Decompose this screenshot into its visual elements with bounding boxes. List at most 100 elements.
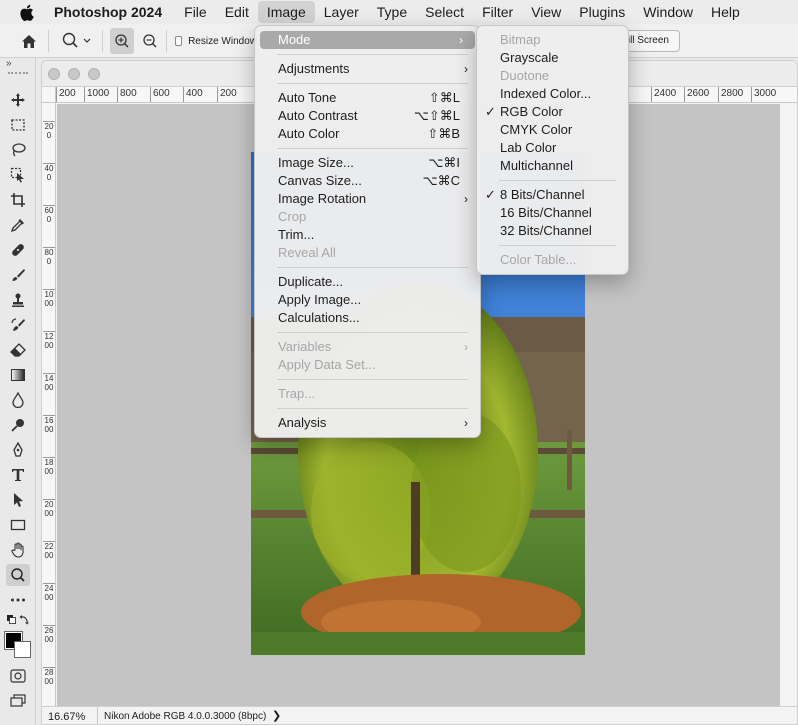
gradient-tool-icon[interactable] — [6, 364, 30, 386]
menu-layer[interactable]: Layer — [315, 0, 368, 24]
menu-image[interactable]: Image — [257, 1, 315, 23]
menu-item-label: Color Table... — [500, 252, 577, 267]
checkbox-box[interactable] — [175, 36, 183, 46]
object-selection-tool-icon[interactable] — [6, 164, 30, 186]
menu-plugins[interactable]: Plugins — [570, 0, 634, 24]
menu-item-apply-image[interactable]: Apply Image... — [255, 291, 480, 309]
document-profile-info: Nikon Adobe RGB 4.0.0.3000 (8bpc) — [104, 711, 267, 722]
screen-mode-icon[interactable] — [6, 690, 30, 712]
vertical-ruler[interactable]: 200 400 600 800 1000 1200 1400 1600 1800… — [42, 103, 56, 707]
zoom-out-icon[interactable] — [138, 28, 162, 54]
menu-item-calculations[interactable]: Calculations... — [255, 309, 480, 327]
healing-brush-tool-icon[interactable] — [6, 239, 30, 261]
menu-edit[interactable]: Edit — [216, 0, 258, 24]
move-tool-icon[interactable] — [6, 89, 30, 111]
menu-item-8-bits-channel[interactable]: ✓ 8 Bits/Channel — [477, 186, 628, 204]
panel-grip[interactable] — [8, 72, 28, 75]
menu-window[interactable]: Window — [634, 0, 702, 24]
home-icon[interactable] — [16, 28, 42, 54]
ruler-tick-label: 200 — [43, 121, 55, 140]
menu-item-analysis[interactable]: Analysis › — [255, 414, 480, 432]
hand-tool-icon[interactable] — [6, 539, 30, 561]
minimize-window-button[interactable] — [68, 68, 80, 80]
menu-select[interactable]: Select — [416, 0, 473, 24]
menu-item-canvas-size[interactable]: Canvas Size... ⌥⌘C — [255, 172, 480, 190]
brush-tool-icon[interactable] — [6, 264, 30, 286]
clone-stamp-tool-icon[interactable] — [6, 289, 30, 311]
menu-item-rgb-color[interactable]: ✓ RGB Color — [477, 103, 628, 121]
rectangle-tool-icon[interactable] — [6, 514, 30, 536]
zoom-level-field[interactable]: 16.67% — [42, 707, 98, 724]
menu-item-label: CMYK Color — [500, 122, 573, 137]
close-window-button[interactable] — [48, 68, 60, 80]
ruler-tick-label: 2000 — [43, 499, 55, 518]
more-tools-icon[interactable] — [6, 589, 30, 611]
menu-item-apply-data-set: Apply Data Set... — [255, 356, 480, 374]
zoom-in-icon[interactable] — [110, 28, 134, 54]
menu-item-label: Analysis — [278, 415, 327, 430]
lasso-tool-icon[interactable] — [6, 139, 30, 161]
menu-help[interactable]: Help — [702, 0, 749, 24]
menu-item-auto-tone[interactable]: Auto Tone ⇧⌘L — [255, 89, 480, 107]
menu-item-label: 32 Bits/Channel — [500, 223, 592, 238]
eraser-tool-icon[interactable] — [6, 339, 30, 361]
menu-type[interactable]: Type — [368, 0, 416, 24]
history-brush-tool-icon[interactable] — [6, 314, 30, 336]
menu-item-image-size[interactable]: Image Size... ⌥⌘I — [255, 154, 480, 172]
menu-item-grayscale[interactable]: Grayscale — [477, 49, 628, 67]
menu-item-color-table: Color Table... — [477, 251, 628, 269]
menu-item-trim[interactable]: Trim... — [255, 226, 480, 244]
ruler-tick-label: 2400 — [651, 87, 676, 102]
blur-tool-icon[interactable] — [6, 389, 30, 411]
menu-item-image-rotation[interactable]: Image Rotation › — [255, 190, 480, 208]
keyboard-shortcut: ⇧⌘L — [428, 90, 460, 105]
menu-item-auto-color[interactable]: Auto Color ⇧⌘B — [255, 125, 480, 143]
quick-mask-icon[interactable] — [6, 665, 30, 687]
menu-view[interactable]: View — [522, 0, 570, 24]
menu-item-bitmap: Bitmap — [477, 31, 628, 49]
pen-tool-icon[interactable] — [6, 439, 30, 461]
marquee-tool-icon[interactable] — [6, 114, 30, 136]
tools-panel: » — [0, 58, 36, 725]
menu-filter[interactable]: Filter — [473, 0, 522, 24]
submenu-chevron-icon: › — [459, 33, 463, 47]
type-tool-icon[interactable] — [6, 464, 30, 486]
zoom-tool-preset-picker[interactable] — [56, 28, 96, 54]
menu-item-indexed-color[interactable]: Indexed Color... — [477, 85, 628, 103]
vertical-scrollbar[interactable] — [780, 104, 797, 706]
status-info-menu-icon[interactable]: ❯ — [272, 707, 281, 724]
resize-windows-checkbox[interactable]: Resize Window — [175, 28, 257, 54]
swap-colors-icon[interactable] — [6, 612, 30, 628]
menu-item-auto-contrast[interactable]: Auto Contrast ⌥⇧⌘L — [255, 107, 480, 125]
apple-menu-icon[interactable] — [0, 0, 52, 24]
menu-item-multichannel[interactable]: Multichannel — [477, 157, 628, 175]
menu-item-duplicate[interactable]: Duplicate... — [255, 273, 480, 291]
menu-file[interactable]: File — [175, 0, 216, 24]
background-color-swatch[interactable] — [14, 641, 31, 658]
ruler-tick-label: 2600 — [684, 87, 709, 102]
crop-tool-icon[interactable] — [6, 189, 30, 211]
ruler-tick-label: 600 — [43, 205, 55, 224]
zoom-tool-icon[interactable] — [6, 564, 30, 586]
ruler-tick-label: 1400 — [43, 373, 55, 392]
zoom-window-button[interactable] — [88, 68, 100, 80]
ruler-tick-label: 600 — [150, 87, 170, 102]
menu-item-reveal-all: Reveal All — [255, 244, 480, 262]
menu-item-cmyk-color[interactable]: CMYK Color — [477, 121, 628, 139]
menu-item-32-bits-channel[interactable]: 32 Bits/Channel — [477, 222, 628, 240]
path-selection-tool-icon[interactable] — [6, 489, 30, 511]
menu-item-label: Canvas Size... — [278, 173, 362, 188]
keyboard-shortcut: ⌥⇧⌘L — [413, 108, 460, 123]
ruler-origin[interactable] — [42, 87, 56, 103]
app-name-menu[interactable]: Photoshop 2024 — [52, 0, 175, 24]
panel-collapse-icon[interactable]: » — [6, 58, 12, 69]
menu-item-lab-color[interactable]: Lab Color — [477, 139, 628, 157]
ruler-tick-label: 200 — [217, 87, 237, 102]
menu-item-trap: Trap... — [255, 385, 480, 403]
menu-item-adjustments[interactable]: Adjustments › — [255, 60, 480, 78]
dodge-tool-icon[interactable] — [6, 414, 30, 436]
eyedropper-tool-icon[interactable] — [6, 214, 30, 236]
menu-item-16-bits-channel[interactable]: 16 Bits/Channel — [477, 204, 628, 222]
menu-item-label: Indexed Color... — [500, 86, 592, 101]
menu-item-mode[interactable]: Mode › — [260, 31, 475, 49]
